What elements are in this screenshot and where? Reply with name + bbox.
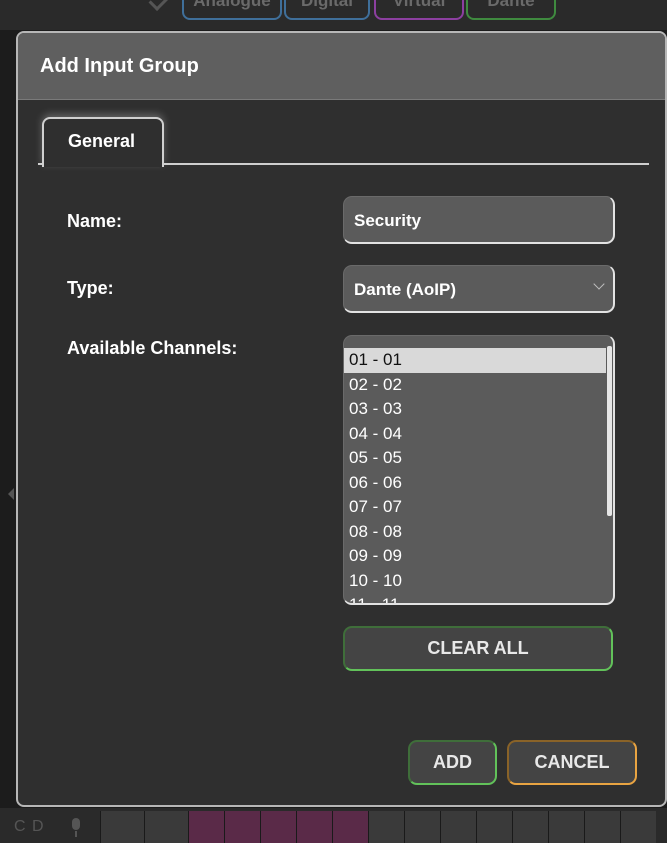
strip-cell xyxy=(404,811,440,843)
microphone-icon-stem xyxy=(75,831,77,837)
strip-cell xyxy=(440,811,476,843)
name-label: Name: xyxy=(67,211,123,231)
type-select-value: Dante (AoIP) xyxy=(354,280,456,299)
strip-cell xyxy=(224,811,260,843)
channel-list-item[interactable]: 04 - 04 xyxy=(344,422,606,447)
channel-list: 01 - 01 02 - 02 03 - 03 04 - 04 05 - 05 06 - … xyxy=(344,348,606,603)
filter-tab-digital[interactable]: Digital xyxy=(284,0,370,20)
strip-cell xyxy=(296,811,332,843)
strip-cell xyxy=(260,811,296,843)
clear-all-button[interactable]: CLEAR ALL xyxy=(343,626,613,671)
channel-list-item[interactable]: 11 - 11 xyxy=(344,593,606,603)
channel-list-item[interactable]: 06 - 06 xyxy=(344,471,606,496)
strip-cell xyxy=(548,811,584,843)
add-input-group-dialog: Add Input Group General Name: Security T… xyxy=(16,31,667,807)
channel-list-item[interactable]: 03 - 03 xyxy=(344,397,606,422)
chevron-down-icon xyxy=(593,278,605,290)
type-select[interactable]: Dante (AoIP) xyxy=(343,265,615,313)
filter-tab-analogue[interactable]: Analogue xyxy=(182,0,282,20)
strip-label: C D xyxy=(14,818,45,835)
strip-cell xyxy=(144,811,188,843)
available-channels-list[interactable]: 01 - 01 02 - 02 03 - 03 04 - 04 05 - 05 06 - … xyxy=(343,335,615,605)
cancel-button[interactable]: CANCEL xyxy=(507,740,637,785)
channel-list-item[interactable]: 02 - 02 xyxy=(344,373,606,398)
tab-general-label: General xyxy=(68,131,136,151)
type-label: Type: xyxy=(67,278,114,298)
dialog-header: Add Input Group xyxy=(18,33,665,100)
list-scrollbar[interactable] xyxy=(607,346,612,516)
channel-list-item[interactable]: 07 - 07 xyxy=(344,495,606,520)
available-channels-label: Available Channels: xyxy=(67,338,238,358)
filter-tab-dante[interactable]: Dante xyxy=(466,0,556,20)
strip-cell xyxy=(584,811,620,843)
strip-cell xyxy=(332,811,368,843)
add-button[interactable]: ADD xyxy=(408,740,497,785)
dialog-title: Add Input Group xyxy=(40,55,199,77)
strip-cell xyxy=(476,811,512,843)
channel-list-item[interactable]: 10 - 10 xyxy=(344,569,606,594)
strip-cell xyxy=(512,811,548,843)
strip-cell xyxy=(620,811,656,843)
microphone-icon xyxy=(72,818,80,830)
filter-tab-virtual[interactable]: Virtual xyxy=(374,0,464,20)
strip-cell xyxy=(368,811,404,843)
name-field[interactable]: Security xyxy=(343,196,615,244)
channel-list-item[interactable]: 08 - 08 xyxy=(344,520,606,545)
name-field-value: Security xyxy=(354,211,422,230)
strip-cell xyxy=(188,811,224,843)
side-handle-icon xyxy=(8,488,14,500)
channel-list-item[interactable]: 09 - 09 xyxy=(344,544,606,569)
channel-list-item[interactable]: 05 - 05 xyxy=(344,446,606,471)
strip-cell xyxy=(100,811,144,843)
tab-general[interactable]: General xyxy=(42,117,164,167)
channel-list-item[interactable]: 01 - 01 xyxy=(344,348,606,373)
